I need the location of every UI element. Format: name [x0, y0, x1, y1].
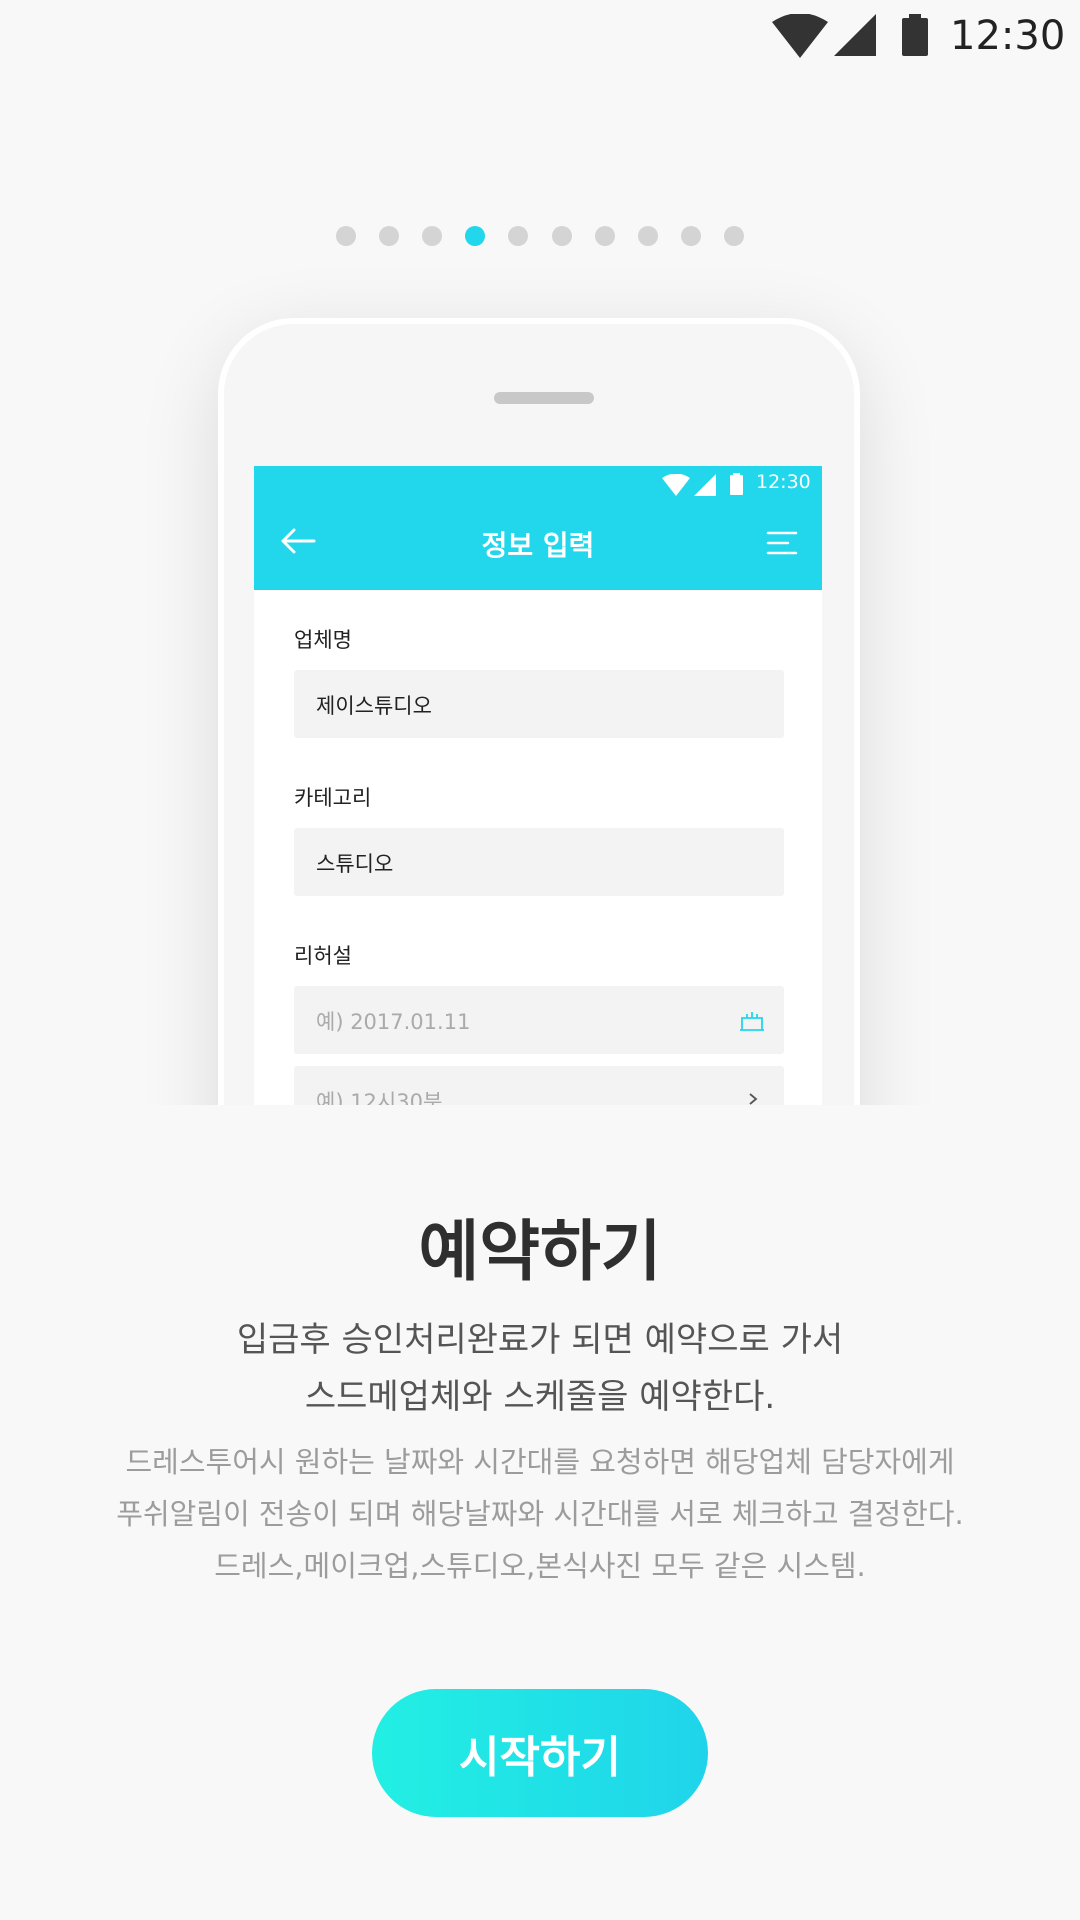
rehearsal-time-field[interactable]: 예) 12시30분 [294, 1066, 784, 1105]
page-dot[interactable] [336, 226, 356, 246]
page-dot[interactable] [422, 226, 442, 246]
page-dot[interactable] [379, 226, 399, 246]
field-label-category: 카테고리 [294, 786, 372, 810]
company-name-field[interactable]: 제이스튜디오 [294, 670, 784, 738]
description: 드레스투어시 원하는 날짜와 시간대를 요청하면 해당업체 담당자에게 푸쉬알림… [0, 1436, 1080, 1592]
page-dot[interactable] [508, 226, 528, 246]
subtitle-line: 스드메업체와 스케줄을 예약한다. [304, 1377, 776, 1417]
status-bar: 12:30 [0, 0, 1080, 72]
description-line: 드레스투어시 원하는 날짜와 시간대를 요청하면 해당업체 담당자에게 [125, 1445, 955, 1479]
wifi-icon [662, 474, 690, 496]
start-button[interactable]: 시작하기 [372, 1689, 708, 1817]
rehearsal-time-placeholder: 예) 12시30분 [316, 1090, 443, 1105]
calendar-icon[interactable] [738, 1006, 766, 1032]
mockup-app-bar: 12:30 정보 입력 [254, 466, 822, 590]
subtitle: 입금후 승인처리완료가 되면 예약으로 가서 스드메업체와 스케줄을 예약한다. [0, 1312, 1080, 1426]
category-value: 스튜디오 [316, 852, 394, 876]
rehearsal-date-placeholder: 예) 2017.01.11 [316, 1010, 471, 1034]
rehearsal-date-field[interactable]: 예) 2017.01.11 [294, 986, 784, 1054]
subtitle-line: 입금후 승인처리완료가 되면 예약으로 가서 [236, 1320, 844, 1360]
chevron-right-icon[interactable] [738, 1086, 766, 1105]
page-indicator [0, 226, 1080, 248]
description-line: 드레스,메이크업,스튜디오,본식사진 모두 같은 시스템. [214, 1549, 866, 1583]
signal-icon [694, 474, 716, 496]
page-dot[interactable] [681, 226, 701, 246]
field-label-company: 업체명 [294, 628, 352, 652]
phone-mockup-area: 12:30 정보 입력 업체명 제이스튜디오 카테고리 스튜디오 리허설 예) … [0, 260, 1080, 1105]
phone-mockup: 12:30 정보 입력 업체명 제이스튜디오 카테고리 스튜디오 리허설 예) … [218, 318, 860, 1105]
field-label-rehearsal: 리허설 [294, 944, 352, 968]
description-line: 푸쉬알림이 전송이 되며 해당날짜와 시간대를 서로 체크하고 결정한다. [116, 1497, 964, 1531]
status-time: 12:30 [950, 13, 1066, 59]
wifi-icon [772, 14, 828, 58]
battery-icon [902, 14, 928, 56]
phone-screen: 12:30 정보 입력 업체명 제이스튜디오 카테고리 스튜디오 리허설 예) … [254, 466, 822, 1105]
page-title: 예약하기 [418, 1213, 662, 1290]
category-field[interactable]: 스튜디오 [294, 828, 784, 896]
page-dot[interactable] [724, 226, 744, 246]
page-dot[interactable] [552, 226, 572, 246]
menu-icon[interactable] [766, 530, 798, 556]
company-name-value: 제이스튜디오 [316, 694, 432, 718]
page-dot-active[interactable] [465, 226, 485, 246]
mockup-app-title: 정보 입력 [481, 529, 595, 562]
signal-icon [834, 14, 876, 56]
phone-speaker [494, 392, 594, 404]
page-dot[interactable] [638, 226, 658, 246]
page-dot[interactable] [595, 226, 615, 246]
mockup-status-time: 12:30 [756, 471, 811, 493]
battery-icon [730, 473, 743, 495]
